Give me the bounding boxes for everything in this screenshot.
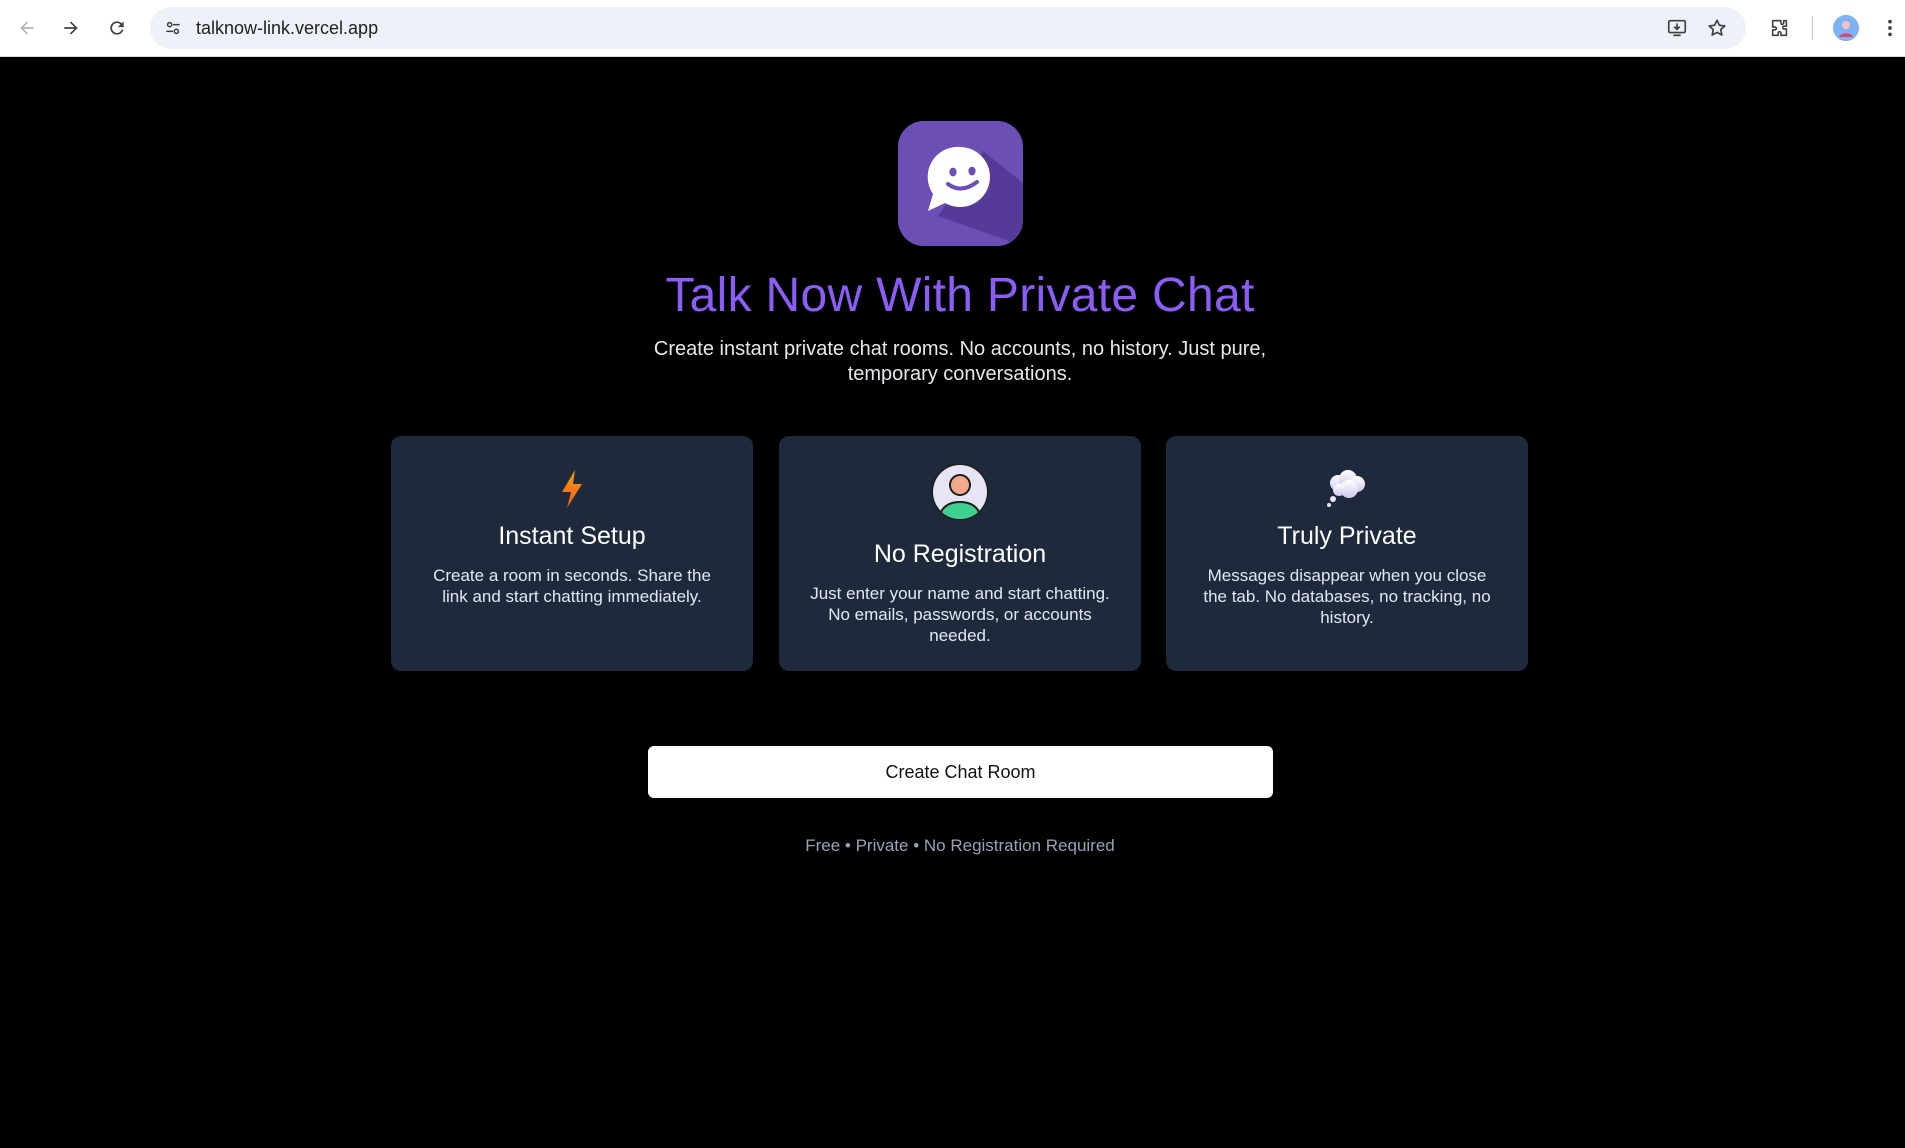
url-text[interactable]: talknow-link.vercel.app xyxy=(196,7,378,49)
back-arrow-icon xyxy=(20,21,34,35)
extensions-icon[interactable] xyxy=(1766,14,1794,42)
page-content: Talk Now With Private Chat Create instan… xyxy=(0,57,1905,1148)
site-info-icon[interactable] xyxy=(160,15,186,41)
address-bar[interactable]: talknow-link.vercel.app xyxy=(150,7,1746,49)
thought-bubble-icon xyxy=(1327,470,1365,507)
browser-menu-icon[interactable] xyxy=(1876,14,1904,42)
bookmark-star-icon[interactable] xyxy=(1705,16,1729,40)
reload-icon xyxy=(110,21,124,35)
app-logo xyxy=(898,121,1023,246)
browser-toolbar: talknow-link.vercel.app xyxy=(0,0,1905,57)
back-button[interactable] xyxy=(9,10,45,46)
page-title: Talk Now With Private Chat xyxy=(665,269,1255,322)
feature-card-truly-private: Truly Private Messages disappear when yo… xyxy=(1166,436,1528,671)
lightning-icon xyxy=(562,470,582,508)
feature-description: Just enter your name and start chatting.… xyxy=(810,584,1110,645)
profile-avatar[interactable] xyxy=(1833,15,1859,41)
feature-title: No Registration xyxy=(873,540,1047,568)
install-app-icon[interactable] xyxy=(1665,16,1689,40)
page-subtitle: Create instant private chat rooms. No ac… xyxy=(653,338,1267,385)
forward-arrow-icon xyxy=(64,21,78,35)
feature-description: Create a room in seconds. Share the link… xyxy=(433,566,711,606)
feature-card-instant-setup: Instant Setup Create a room in seconds. … xyxy=(391,436,753,671)
footer-note: Free • Private • No Registration Require… xyxy=(805,836,1115,855)
feature-title: Truly Private xyxy=(1277,522,1417,550)
forward-button[interactable] xyxy=(53,10,89,46)
feature-card-no-registration: No Registration Just enter your name and… xyxy=(779,436,1141,671)
person-icon xyxy=(931,463,989,521)
reload-button[interactable] xyxy=(99,10,135,46)
feature-description: Messages disappear when you close the ta… xyxy=(1203,566,1491,627)
feature-title: Instant Setup xyxy=(498,522,646,550)
toolbar-divider xyxy=(1812,16,1813,40)
chat-smiley-icon xyxy=(898,121,1023,246)
create-chat-room-button[interactable]: Create Chat Room xyxy=(648,746,1273,798)
